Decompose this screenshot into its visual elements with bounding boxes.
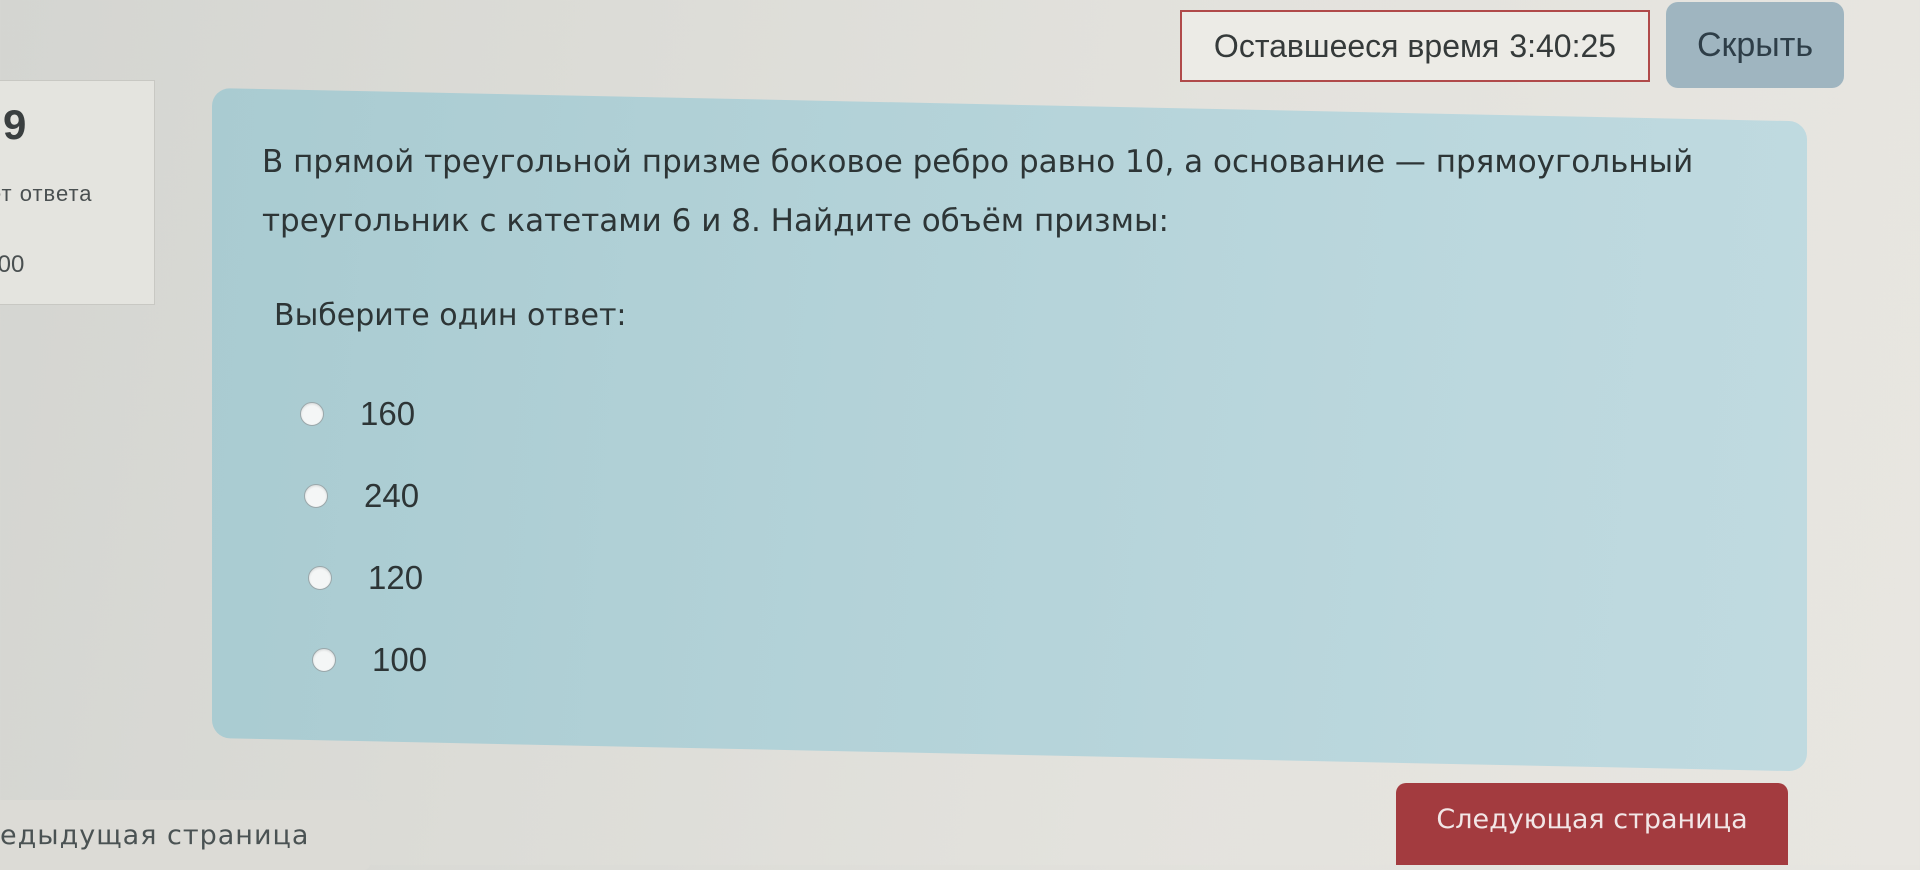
question-text: В прямой треугольной призме боковое ребр… — [262, 133, 1822, 251]
question-number: 9 — [3, 101, 27, 148]
answer-option-120[interactable]: 120 — [308, 537, 427, 619]
question-text-line-2: треугольник с катетами 6 и 8. Найдите об… — [262, 203, 1169, 239]
answer-option-label: 100 — [372, 641, 428, 678]
question-info-panel: 9 ет ответа ,00 — [0, 80, 155, 305]
timer-label: Оставшееся время — [1213, 27, 1500, 64]
radio-button[interactable] — [312, 648, 336, 672]
question-grade: ,00 — [0, 251, 25, 278]
next-page-button[interactable]: Следующая страница — [1396, 783, 1788, 865]
answer-option-label: 160 — [360, 395, 416, 432]
answer-option-label: 240 — [364, 477, 420, 514]
question-status: ет ответа — [0, 181, 93, 206]
answer-options: 160 240 120 100 — [300, 373, 427, 701]
radio-button[interactable] — [304, 484, 328, 508]
question-text-line-1: В прямой треугольной призме боковое ребр… — [262, 144, 1694, 180]
radio-button[interactable] — [300, 402, 324, 426]
answer-option-100[interactable]: 100 — [312, 619, 427, 701]
radio-button[interactable] — [308, 566, 332, 590]
timer-box: Оставшееся время 3:40:25 — [1180, 10, 1650, 82]
timer-value: 3:40:25 — [1509, 27, 1617, 64]
previous-page-button[interactable]: едыдущая страница — [0, 800, 370, 870]
answer-prompt: Выберите один ответ: — [274, 298, 627, 333]
hide-timer-button[interactable]: Скрыть — [1666, 2, 1844, 88]
answer-option-160[interactable]: 160 — [300, 373, 427, 455]
answer-option-label: 120 — [368, 559, 424, 596]
answer-option-240[interactable]: 240 — [304, 455, 427, 537]
question-panel: В прямой треугольной призме боковое ребр… — [212, 88, 1807, 772]
